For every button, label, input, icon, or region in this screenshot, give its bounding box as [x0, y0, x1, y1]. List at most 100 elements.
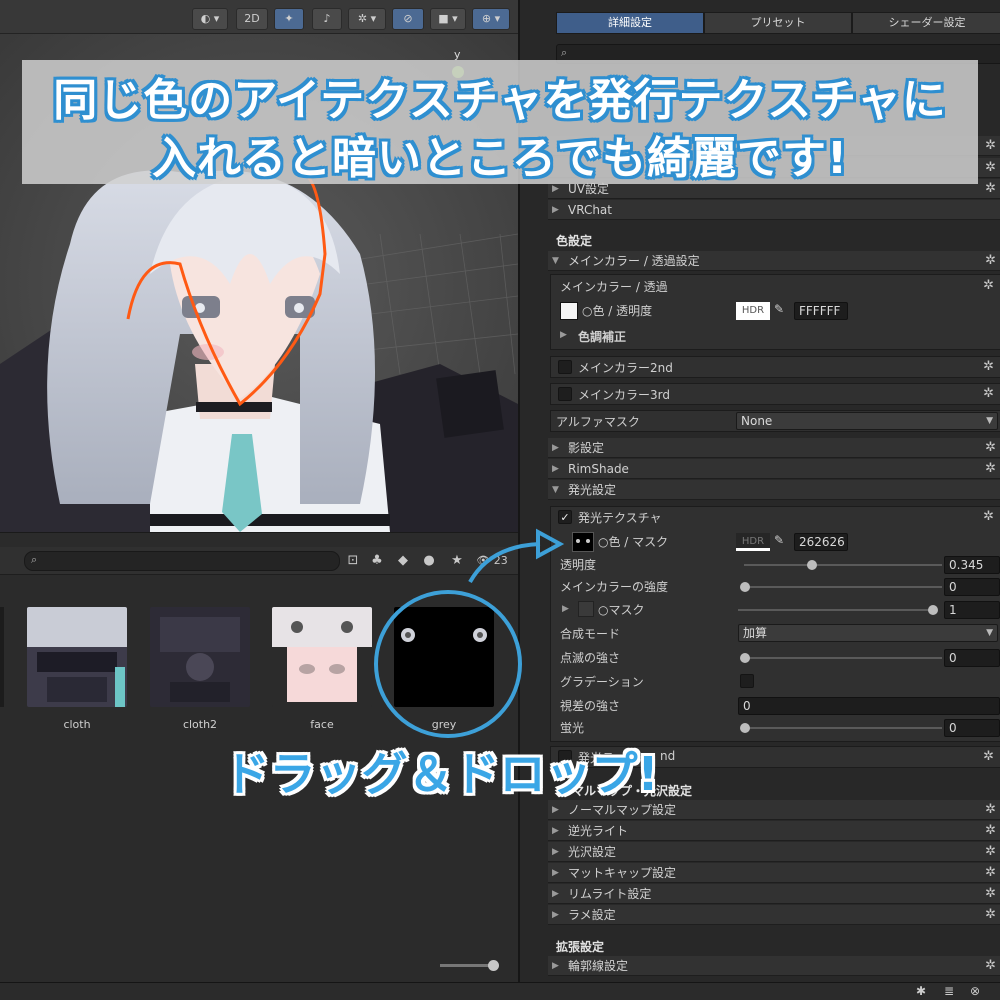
tab-advanced-settings[interactable]: 詳細設定 — [556, 12, 704, 34]
gear-icon[interactable]: ✲ — [985, 136, 996, 156]
emission-opacity-field[interactable]: 0.345 — [944, 556, 1000, 574]
project-search-input[interactable]: ⌕ — [24, 551, 340, 571]
asset-face[interactable]: face — [272, 607, 372, 731]
section-main-color[interactable]: ▼ メインカラー / 透過設定 ✲ — [548, 251, 1000, 271]
blend-mode-dropdown[interactable]: 加算 ▼ — [738, 624, 998, 642]
emission-color-swatch[interactable]: HDR — [736, 533, 770, 551]
thumbnail-size-slider-knob[interactable] — [488, 960, 499, 971]
section-rimlight[interactable]: ▶ リムライト設定 ✲ — [548, 884, 1000, 904]
asset-thumbnail-partial[interactable] — [0, 607, 4, 707]
tab-shader-settings[interactable]: シェーダー設定 — [852, 12, 1000, 34]
face-texture-thumbnail — [272, 607, 372, 707]
gear-icon[interactable]: ✲ — [983, 278, 994, 293]
debug-icon[interactable]: ✱ — [916, 984, 926, 998]
search-by-type-icon[interactable]: ⊡ — [344, 552, 362, 570]
scene-toolbar: ◐ ▾ 2D ✦ ♪ ✲ ▾ ⊘ ■ ▾ ⊕ ▾ — [0, 0, 518, 34]
asset-cloth2[interactable]: cloth2 — [150, 607, 250, 731]
section-outline[interactable]: ▶ 輪郭線設定 ✲ — [548, 956, 1000, 976]
gear-icon[interactable]: ✲ — [985, 821, 996, 841]
expand-arrow-icon: ▶ — [552, 443, 559, 453]
emission-opacity-slider-knob[interactable] — [806, 560, 817, 570]
camera-dropdown-icon[interactable]: ■ ▾ — [430, 8, 466, 30]
drag-drop-caption: ドラッグ＆ドロップ! — [223, 747, 659, 801]
section-emission[interactable]: ▼ 発光設定 — [548, 480, 1000, 500]
section-label: VRChat — [568, 203, 612, 217]
gradation-label: グラデーション — [560, 675, 644, 689]
mask-slider-knob[interactable] — [928, 605, 938, 615]
gradation-checkbox[interactable] — [740, 674, 754, 688]
emission-opacity-slider[interactable] — [744, 564, 942, 566]
main-color-hex-field[interactable]: FFFFFF — [794, 302, 848, 320]
emission-enable-checkbox[interactable]: ✓ — [558, 510, 572, 524]
gizmos-dropdown-icon[interactable]: ⊕ ▾ — [472, 8, 510, 30]
gear-icon[interactable]: ✲ — [985, 800, 996, 820]
blink-strength-field[interactable]: 0 — [944, 649, 1000, 667]
blend-mode-label: 合成モード — [560, 627, 621, 641]
section-matcap[interactable]: ▶ マットキャップ設定 ✲ — [548, 863, 1000, 883]
tab-presets[interactable]: プリセット — [704, 12, 852, 34]
main-color-2nd-checkbox[interactable] — [558, 360, 572, 374]
label-icon[interactable]: ◆ — [394, 552, 412, 570]
lighting-toggle-icon[interactable]: ✦ — [274, 8, 304, 30]
gear-icon[interactable]: ✲ — [985, 863, 996, 883]
hidden-objects-toggle-icon[interactable]: ⊘ — [392, 8, 424, 30]
search-icon: ⌕ — [561, 46, 568, 59]
filter-type-icon[interactable]: ♣ — [368, 552, 386, 570]
gear-icon[interactable]: ✲ — [985, 905, 996, 925]
gear-icon[interactable]: ✲ — [985, 438, 996, 458]
mask-slider[interactable] — [738, 609, 936, 611]
fluorescence-slider-knob[interactable] — [740, 723, 750, 733]
gear-icon[interactable]: ✲ — [985, 884, 996, 904]
main-color-3rd-checkbox[interactable] — [558, 387, 572, 401]
gear-icon[interactable]: ✲ — [983, 509, 994, 524]
expand-arrow-icon: ▶ — [562, 604, 569, 614]
section-reflection[interactable]: ▶ 光沢設定 ✲ — [548, 842, 1000, 862]
gear-icon[interactable]: ✲ — [985, 158, 996, 178]
gear-icon[interactable]: ✲ — [985, 179, 996, 199]
mode-2d-button[interactable]: 2D — [236, 8, 268, 30]
eyedropper-icon[interactable]: ✎ — [774, 302, 790, 320]
shading-mode-dropdown[interactable]: ◐ ▾ — [192, 8, 228, 30]
mask-texture-slot[interactable] — [578, 601, 594, 617]
blink-strength-label: 点滅の強さ — [560, 651, 621, 665]
color-correction-foldout[interactable]: 色調補正 — [578, 328, 626, 345]
eyedropper-icon[interactable]: ✎ — [774, 533, 790, 551]
section-backlight[interactable]: ▶ 逆光ライト ✲ — [548, 821, 1000, 841]
gear-icon[interactable]: ✲ — [985, 459, 996, 479]
fluorescence-field[interactable]: 0 — [944, 719, 1000, 737]
mask-value-field[interactable]: 1 — [944, 601, 1000, 619]
main-color-strength-slider-knob[interactable] — [740, 582, 750, 592]
gear-icon[interactable]: ✲ — [983, 386, 994, 401]
section-rimshade[interactable]: ▶ RimShade ✲ — [548, 459, 1000, 479]
main-color-strength-field[interactable]: 0 — [944, 578, 1000, 596]
emission-color-label: ○色 / マスク — [598, 535, 669, 549]
parallax-strength-field[interactable]: 0 — [738, 697, 1000, 715]
banner-line-2: 入れると暗いところでも綺麗です! — [151, 133, 849, 184]
section-glitter[interactable]: ▶ ラメ設定 ✲ — [548, 905, 1000, 925]
warning-icon[interactable]: ● — [420, 552, 438, 570]
gear-icon[interactable]: ✲ — [985, 956, 996, 976]
alpha-mask-dropdown[interactable]: None ▼ — [736, 412, 998, 430]
gear-icon[interactable]: ✲ — [983, 749, 994, 764]
layers-icon[interactable]: ≣ — [944, 984, 954, 998]
fluorescence-slider[interactable] — [744, 727, 942, 729]
main-color-strength-slider[interactable] — [744, 586, 942, 588]
expand-arrow-icon: ▶ — [552, 826, 559, 836]
alpha-mask-label: アルファマスク — [556, 415, 640, 429]
gear-icon[interactable]: ✲ — [985, 251, 996, 271]
audio-toggle-icon[interactable]: ♪ — [312, 8, 342, 30]
mask-label: ○マスク — [598, 603, 645, 617]
gear-icon[interactable]: ✲ — [985, 842, 996, 862]
section-vrchat[interactable]: ▶ VRChat — [548, 200, 1000, 220]
section-shadow[interactable]: ▶ 影設定 ✲ — [548, 438, 1000, 458]
gear-icon[interactable]: ✲ — [983, 359, 994, 374]
blink-strength-slider-knob[interactable] — [740, 653, 750, 663]
settings-icon[interactable]: ⊗ — [970, 984, 980, 998]
main-texture-slot[interactable] — [560, 302, 578, 320]
emission-color-hex-field[interactable]: 262626 — [794, 533, 848, 551]
section-label: 発光設定 — [568, 483, 617, 497]
blink-strength-slider[interactable] — [744, 657, 942, 659]
effects-dropdown-icon[interactable]: ✲ ▾ — [348, 8, 386, 30]
main-color-swatch[interactable]: HDR — [736, 302, 770, 320]
asset-cloth[interactable]: cloth — [27, 607, 127, 731]
